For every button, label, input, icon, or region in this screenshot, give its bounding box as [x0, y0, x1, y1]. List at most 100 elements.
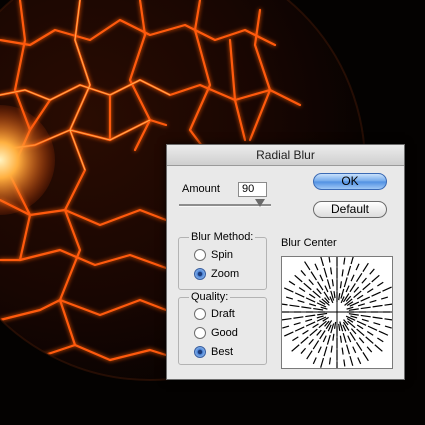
- burst-line: [355, 263, 360, 271]
- burst-line: [339, 321, 344, 332]
- burst-line: [316, 288, 322, 295]
- amount-slider-thumb[interactable]: [255, 199, 265, 207]
- burst-line: [328, 357, 332, 365]
- burst-line: [294, 274, 303, 283]
- burst-line: [283, 331, 294, 337]
- burst-line: [303, 282, 312, 291]
- burst-line: [342, 332, 347, 343]
- burst-line: [338, 293, 341, 301]
- burst-line: [360, 314, 371, 318]
- burst-line: [289, 304, 300, 308]
- burst-line: [330, 267, 333, 275]
- burst-line: [343, 277, 348, 288]
- burst-line: [298, 287, 306, 292]
- spin-label: Spin: [211, 249, 234, 261]
- burst-line: [345, 285, 350, 293]
- burst-line: [293, 316, 304, 319]
- burst-line: [291, 344, 300, 352]
- burst-line: [360, 306, 371, 310]
- burst-line: [358, 337, 365, 344]
- blur-method-group: Blur Method: Spin Zoom: [178, 231, 267, 290]
- burst-line: [384, 325, 392, 329]
- burst-line: [372, 316, 383, 320]
- burst-line: [300, 347, 307, 354]
- burst-line: [371, 291, 381, 297]
- spin-radio[interactable]: [194, 249, 206, 261]
- burst-line: [347, 335, 352, 343]
- burst-line: [348, 313, 359, 316]
- burst-line: [308, 293, 316, 299]
- burst-line: [343, 257, 346, 265]
- burst-line: [316, 315, 324, 319]
- burst-line: [301, 306, 312, 309]
- burst-line: [324, 285, 329, 293]
- dialog-title[interactable]: Radial Blur: [167, 145, 404, 166]
- burst-line: [362, 352, 369, 362]
- burst-line: [356, 320, 367, 326]
- burst-line: [355, 341, 363, 352]
- burst-line: [288, 280, 296, 286]
- draft-radio[interactable]: [194, 308, 206, 320]
- burst-line: [292, 336, 299, 342]
- burst-line: [374, 344, 383, 352]
- burst-line: [333, 291, 336, 299]
- burst-line: [294, 292, 305, 298]
- burst-line: [380, 296, 389, 300]
- burst-line: [346, 344, 350, 355]
- burst-line: [310, 271, 317, 281]
- burst-line: [283, 287, 294, 293]
- quality-group: Quality: Draft Good Best: [178, 291, 267, 365]
- burst-line: [305, 297, 316, 303]
- burst-line: [317, 312, 328, 316]
- burst-line: [305, 314, 316, 318]
- blur-center-preview[interactable]: [277, 254, 395, 372]
- burst-line: [343, 359, 346, 367]
- ok-button[interactable]: OK: [313, 173, 387, 190]
- burst-line: [297, 299, 305, 303]
- burst-line: [317, 346, 322, 354]
- burst-line: [348, 308, 359, 311]
- burst-line: [305, 318, 313, 322]
- burst-line: [318, 320, 327, 329]
- burst-line: [339, 281, 343, 289]
- default-button[interactable]: Default: [313, 201, 387, 218]
- burst-line: [300, 270, 307, 277]
- burst-line: [293, 322, 301, 326]
- burst-line: [377, 337, 384, 343]
- burst-line: [365, 336, 374, 344]
- burst-line: [282, 325, 290, 329]
- burst-line: [357, 357, 362, 365]
- burst-line: [323, 291, 330, 301]
- draft-label: Draft: [211, 308, 235, 320]
- burst-line: [361, 318, 369, 322]
- burst-line: [341, 347, 344, 355]
- burst-line: [349, 283, 356, 293]
- zoom-radio[interactable]: [194, 268, 206, 280]
- quality-title: Quality:: [189, 291, 231, 303]
- burst-line: [330, 345, 333, 353]
- burst-line: [341, 269, 344, 277]
- burst-line: [320, 357, 325, 368]
- burst-line: [312, 357, 317, 365]
- burst-line: [373, 322, 381, 326]
- burst-line: [366, 288, 374, 294]
- burst-line: [384, 303, 395, 306]
- burst-line: [322, 335, 327, 343]
- radial-blur-dialog: Radial Blur Amount 90 OK Default Blur Me…: [166, 144, 405, 380]
- good-radio[interactable]: [194, 327, 206, 339]
- burst-line: [309, 328, 318, 337]
- burst-line: [323, 267, 328, 278]
- zoom-burst-pattern: [277, 254, 395, 372]
- burst-line: [347, 320, 356, 329]
- burst-line: [356, 294, 364, 300]
- burst-line: [372, 304, 383, 308]
- burst-line: [328, 255, 331, 263]
- burst-line: [316, 329, 322, 336]
- burst-line: [361, 277, 367, 284]
- best-radio[interactable]: [194, 346, 206, 358]
- amount-label: Amount: [182, 183, 220, 195]
- burst-line: [308, 279, 314, 286]
- burst-line: [369, 299, 377, 303]
- best-label: Best: [211, 346, 234, 358]
- amount-input[interactable]: 90: [238, 182, 267, 197]
